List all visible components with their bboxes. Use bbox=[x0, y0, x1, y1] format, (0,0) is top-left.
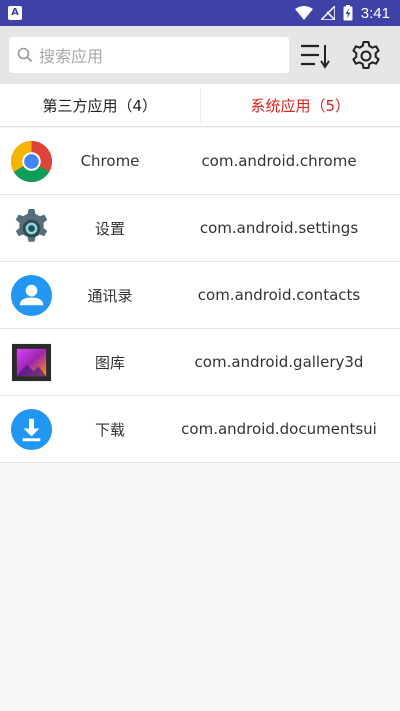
tab-system-apps[interactable]: 系统应用（5） bbox=[201, 84, 400, 126]
app-name: Chrome bbox=[80, 152, 140, 170]
app-package: com.android.settings bbox=[199, 219, 359, 237]
list-item[interactable]: 设置 com.android.settings bbox=[0, 195, 400, 262]
signal-off-icon bbox=[320, 6, 335, 20]
contacts-icon bbox=[10, 274, 53, 317]
gallery-icon bbox=[10, 341, 53, 384]
list-item[interactable]: 图库 com.android.gallery3d bbox=[0, 329, 400, 396]
app-name: 下载 bbox=[94, 420, 125, 439]
notification-letter: A bbox=[11, 7, 19, 18]
app-package: com.android.chrome bbox=[201, 152, 357, 170]
status-bar: A 3:41 bbox=[0, 0, 400, 26]
tab-bar: 第三方应用（4） 系统应用（5） bbox=[0, 84, 400, 127]
sort-button[interactable] bbox=[298, 40, 332, 72]
status-icons: 3:41 bbox=[294, 0, 390, 26]
app-package: com.android.contacts bbox=[197, 286, 361, 304]
app-package: com.android.gallery3d bbox=[194, 353, 364, 371]
battery-charging-icon bbox=[343, 5, 353, 21]
app-name: 设置 bbox=[94, 219, 125, 238]
tab-third-party-apps[interactable]: 第三方应用（4） bbox=[0, 84, 200, 126]
search-header: 搜索应用 bbox=[0, 26, 400, 84]
search-input[interactable]: 搜索应用 bbox=[9, 37, 289, 73]
app-list: Chrome com.android.chrome 设置 com.android… bbox=[0, 128, 400, 463]
app-name: 通讯录 bbox=[87, 286, 133, 305]
app-package: com.android.documentsui bbox=[181, 420, 377, 438]
app-notification-icon: A bbox=[8, 6, 22, 20]
list-item[interactable]: 通讯录 com.android.contacts bbox=[0, 262, 400, 329]
list-item[interactable]: 下载 com.android.documentsui bbox=[0, 396, 400, 463]
wifi-icon bbox=[294, 6, 313, 20]
settings-button[interactable] bbox=[348, 38, 384, 74]
settings-gear-icon bbox=[10, 207, 53, 250]
app-name: 图库 bbox=[94, 353, 125, 372]
gear-icon bbox=[352, 41, 380, 69]
search-placeholder: 搜索应用 bbox=[39, 47, 104, 66]
download-icon bbox=[10, 408, 53, 451]
chrome-icon bbox=[10, 140, 53, 183]
sort-list-icon bbox=[301, 44, 330, 69]
list-item[interactable]: Chrome com.android.chrome bbox=[0, 128, 400, 195]
status-time: 3:41 bbox=[360, 4, 390, 22]
search-icon bbox=[17, 47, 33, 63]
